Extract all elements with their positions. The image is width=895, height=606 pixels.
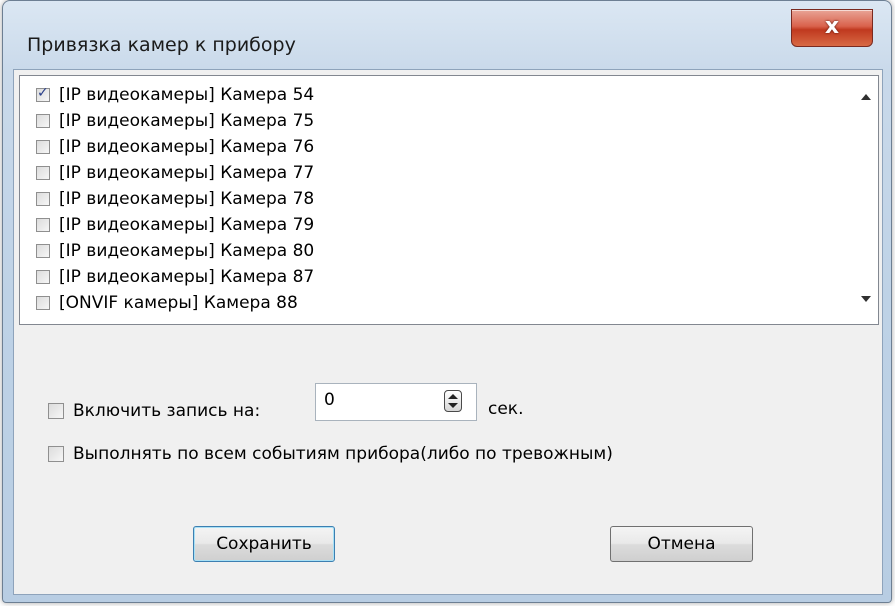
list-item[interactable]: [IP видеокамеры] Камера 77 — [36, 160, 314, 186]
all-events-option[interactable]: Выполнять по всем событиям прибора(либо … — [48, 444, 613, 464]
list-item[interactable]: [IP видеокамеры] Камера 54 — [36, 82, 314, 108]
camera-checkbox[interactable] — [36, 85, 50, 102]
camera-checkbox[interactable] — [36, 166, 50, 180]
record-option[interactable]: Включить запись на: — [48, 401, 260, 421]
list-item[interactable]: [IP видеокамеры] Камера 75 — [36, 108, 314, 134]
camera-label: [IP видеокамеры] Камера 77 — [59, 163, 315, 183]
close-icon: x — [824, 14, 840, 39]
spin-updown-icon[interactable] — [444, 390, 462, 412]
camera-checkbox[interactable] — [36, 140, 50, 154]
window-title: Привязка камер к прибору — [27, 34, 296, 56]
camera-listbox[interactable]: [IP видеокамеры] Камера 54 [IP видеокаме… — [19, 75, 879, 325]
save-button[interactable]: Сохранить — [193, 526, 335, 562]
scroll-down-arrow-icon[interactable] — [861, 296, 871, 302]
list-item[interactable]: [IP видеокамеры] Камера 87 — [36, 264, 314, 290]
camera-label: [ONVIF камеры] Камера 88 — [59, 293, 298, 313]
record-checkbox[interactable] — [48, 403, 64, 419]
dialog-window: Привязка камер к прибору x [IP видеокаме… — [2, 0, 892, 603]
list-item[interactable]: [IP видеокамеры] Камера 80 — [36, 238, 314, 264]
camera-label: [IP видеокамеры] Камера 78 — [59, 189, 315, 209]
seconds-unit-label: сек. — [488, 399, 524, 419]
camera-label: [IP видеокамеры] Камера 76 — [59, 137, 315, 157]
spin-down-icon[interactable] — [448, 403, 458, 408]
record-seconds-value: 0 — [324, 390, 335, 410]
title-bar[interactable]: Привязка камер к прибору x — [3, 1, 891, 57]
list-item[interactable]: [IP видеокамеры] Камера 79 — [36, 212, 314, 238]
camera-checkbox[interactable] — [36, 296, 50, 310]
spin-up-icon[interactable] — [448, 394, 458, 399]
list-item[interactable]: [ONVIF камеры] Камера 88 — [36, 290, 298, 316]
camera-label: [IP видеокамеры] Камера 79 — [59, 215, 315, 235]
scroll-up-arrow-icon[interactable] — [861, 94, 871, 100]
camera-label: [IP видеокамеры] Камера 87 — [59, 267, 315, 287]
camera-checkbox[interactable] — [36, 244, 50, 258]
camera-label: [IP видеокамеры] Камера 54 — [59, 85, 315, 105]
camera-checkbox[interactable] — [36, 192, 50, 206]
close-button[interactable]: x — [791, 9, 873, 47]
record-label: Включить запись на: — [73, 401, 261, 421]
vertical-scrollbar[interactable] — [856, 76, 878, 324]
list-item[interactable]: [IP видеокамеры] Камера 76 — [36, 134, 314, 160]
camera-label: [IP видеокамеры] Камера 75 — [59, 111, 315, 131]
camera-checkbox[interactable] — [36, 218, 50, 232]
camera-checkbox[interactable] — [36, 114, 50, 128]
cancel-button[interactable]: Отмена — [610, 526, 753, 562]
dialog-client-area: [IP видеокамеры] Камера 54 [IP видеокаме… — [13, 69, 883, 595]
all-events-label: Выполнять по всем событиям прибора(либо … — [73, 444, 613, 464]
camera-label: [IP видеокамеры] Камера 80 — [59, 241, 315, 261]
all-events-checkbox[interactable] — [48, 446, 64, 462]
list-item[interactable]: [IP видеокамеры] Камера 78 — [36, 186, 314, 212]
camera-checkbox[interactable] — [36, 270, 50, 284]
